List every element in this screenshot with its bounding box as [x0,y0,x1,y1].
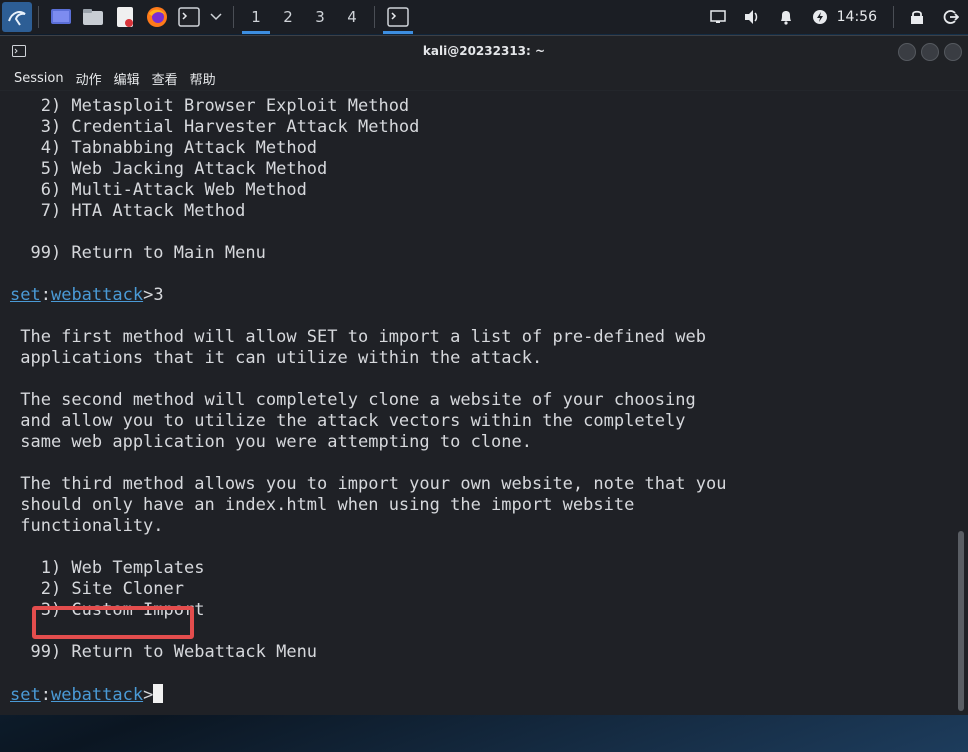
prompt-colon: : [40,285,51,305]
terminal-output[interactable]: 2) Metasploit Browser Exploit Method 3) … [0,91,954,715]
terminal-window: kali@20232313: ~ Session 动作 编辑 查看 帮助 2) … [0,35,968,715]
terminal-line: and allow you to utilize the attack vect… [10,411,686,431]
terminal-line: 99) Return to Webattack Menu [10,642,318,662]
menu-actions[interactable]: 动作 [76,69,102,88]
terminal-line: 4) Tabnabbing Attack Method [10,138,318,158]
terminal-line: 2) Metasploit Browser Exploit Method [10,96,410,116]
power-manager-icon[interactable] [803,0,837,34]
site-cloner-option: 2) Site Cloner [10,579,184,599]
clock[interactable]: 14:56 [837,9,887,25]
notification-bell-icon[interactable] [769,0,803,34]
terminal-line: applications that it can utilize within … [10,348,543,368]
workspace-3[interactable]: 3 [304,0,336,34]
prompt-webattack: webattack [50,685,144,705]
terminal-line: 5) Web Jacking Attack Method [10,159,328,179]
terminal-line: functionality. [10,516,164,536]
panel-separator [893,6,894,28]
text-editor-icon[interactable] [113,5,137,29]
menu-view[interactable]: 查看 [152,69,178,88]
terminal-launcher-icon[interactable] [177,5,201,29]
kali-menu-icon[interactable] [2,2,32,32]
terminal-line: 7) HTA Attack Method [10,201,246,221]
panel-separator [38,6,39,28]
show-desktop-icon[interactable] [49,5,73,29]
prompt-webattack: webattack [50,285,144,305]
terminal-line: 99) Return to Main Menu [10,243,266,263]
prompt-set: set [10,285,41,305]
workspace-1[interactable]: 1 [240,0,272,34]
prompt-input: >3 [143,285,164,305]
menu-edit[interactable]: 编辑 [114,69,140,88]
terminal-line: 6) Multi-Attack Web Method [10,180,307,200]
prompt-line: set:webattack>3 [0,285,954,306]
taskbar-terminal-button[interactable] [381,0,415,34]
chevron-down-icon[interactable] [209,5,223,29]
menu-session[interactable]: Session [14,71,64,86]
prompt-colon: : [40,685,51,705]
system-tray: 14:56 [701,0,968,34]
firefox-icon[interactable] [145,5,169,29]
prompt-line[interactable]: set:webattack> [0,684,954,705]
panel-separator [233,6,234,28]
volume-icon[interactable] [735,0,769,34]
lock-icon[interactable] [900,0,934,34]
menu-help[interactable]: 帮助 [190,69,216,88]
display-icon[interactable] [701,0,735,34]
file-manager-icon[interactable] [81,5,105,29]
prompt-set: set [10,685,41,705]
terminal-line: 1) Web Templates [10,558,205,578]
terminal-line: The third method allows you to import yo… [10,474,727,494]
logout-icon[interactable] [934,0,968,34]
terminal-icon [387,7,409,27]
terminal-line: 3) Custom Import [10,600,205,620]
top-panel: 1 2 3 4 14:56 [0,0,968,34]
scrollbar[interactable] [954,91,968,715]
prompt-caret: > [143,685,154,705]
terminal-line: same web application you were attempting… [10,432,532,452]
maximize-button[interactable] [921,43,939,61]
terminal-line: The second method will completely clone … [10,390,696,410]
text-cursor [153,684,164,703]
terminal-line: should only have an index.html when usin… [10,495,635,515]
minimize-button[interactable] [898,43,916,61]
workspace-4[interactable]: 4 [336,0,368,34]
panel-separator [374,6,375,28]
menu-bar: Session 动作 编辑 查看 帮助 [0,66,968,90]
window-titlebar[interactable]: kali@20232313: ~ [0,36,968,66]
close-button[interactable] [944,43,962,61]
scrollbar-thumb[interactable] [958,531,964,711]
workspace-2[interactable]: 2 [272,0,304,34]
terminal-line: The first method will allow SET to impor… [10,327,706,347]
window-title: kali@20232313: ~ [422,44,546,58]
terminal-line: 3) Credential Harvester Attack Method [10,117,420,137]
